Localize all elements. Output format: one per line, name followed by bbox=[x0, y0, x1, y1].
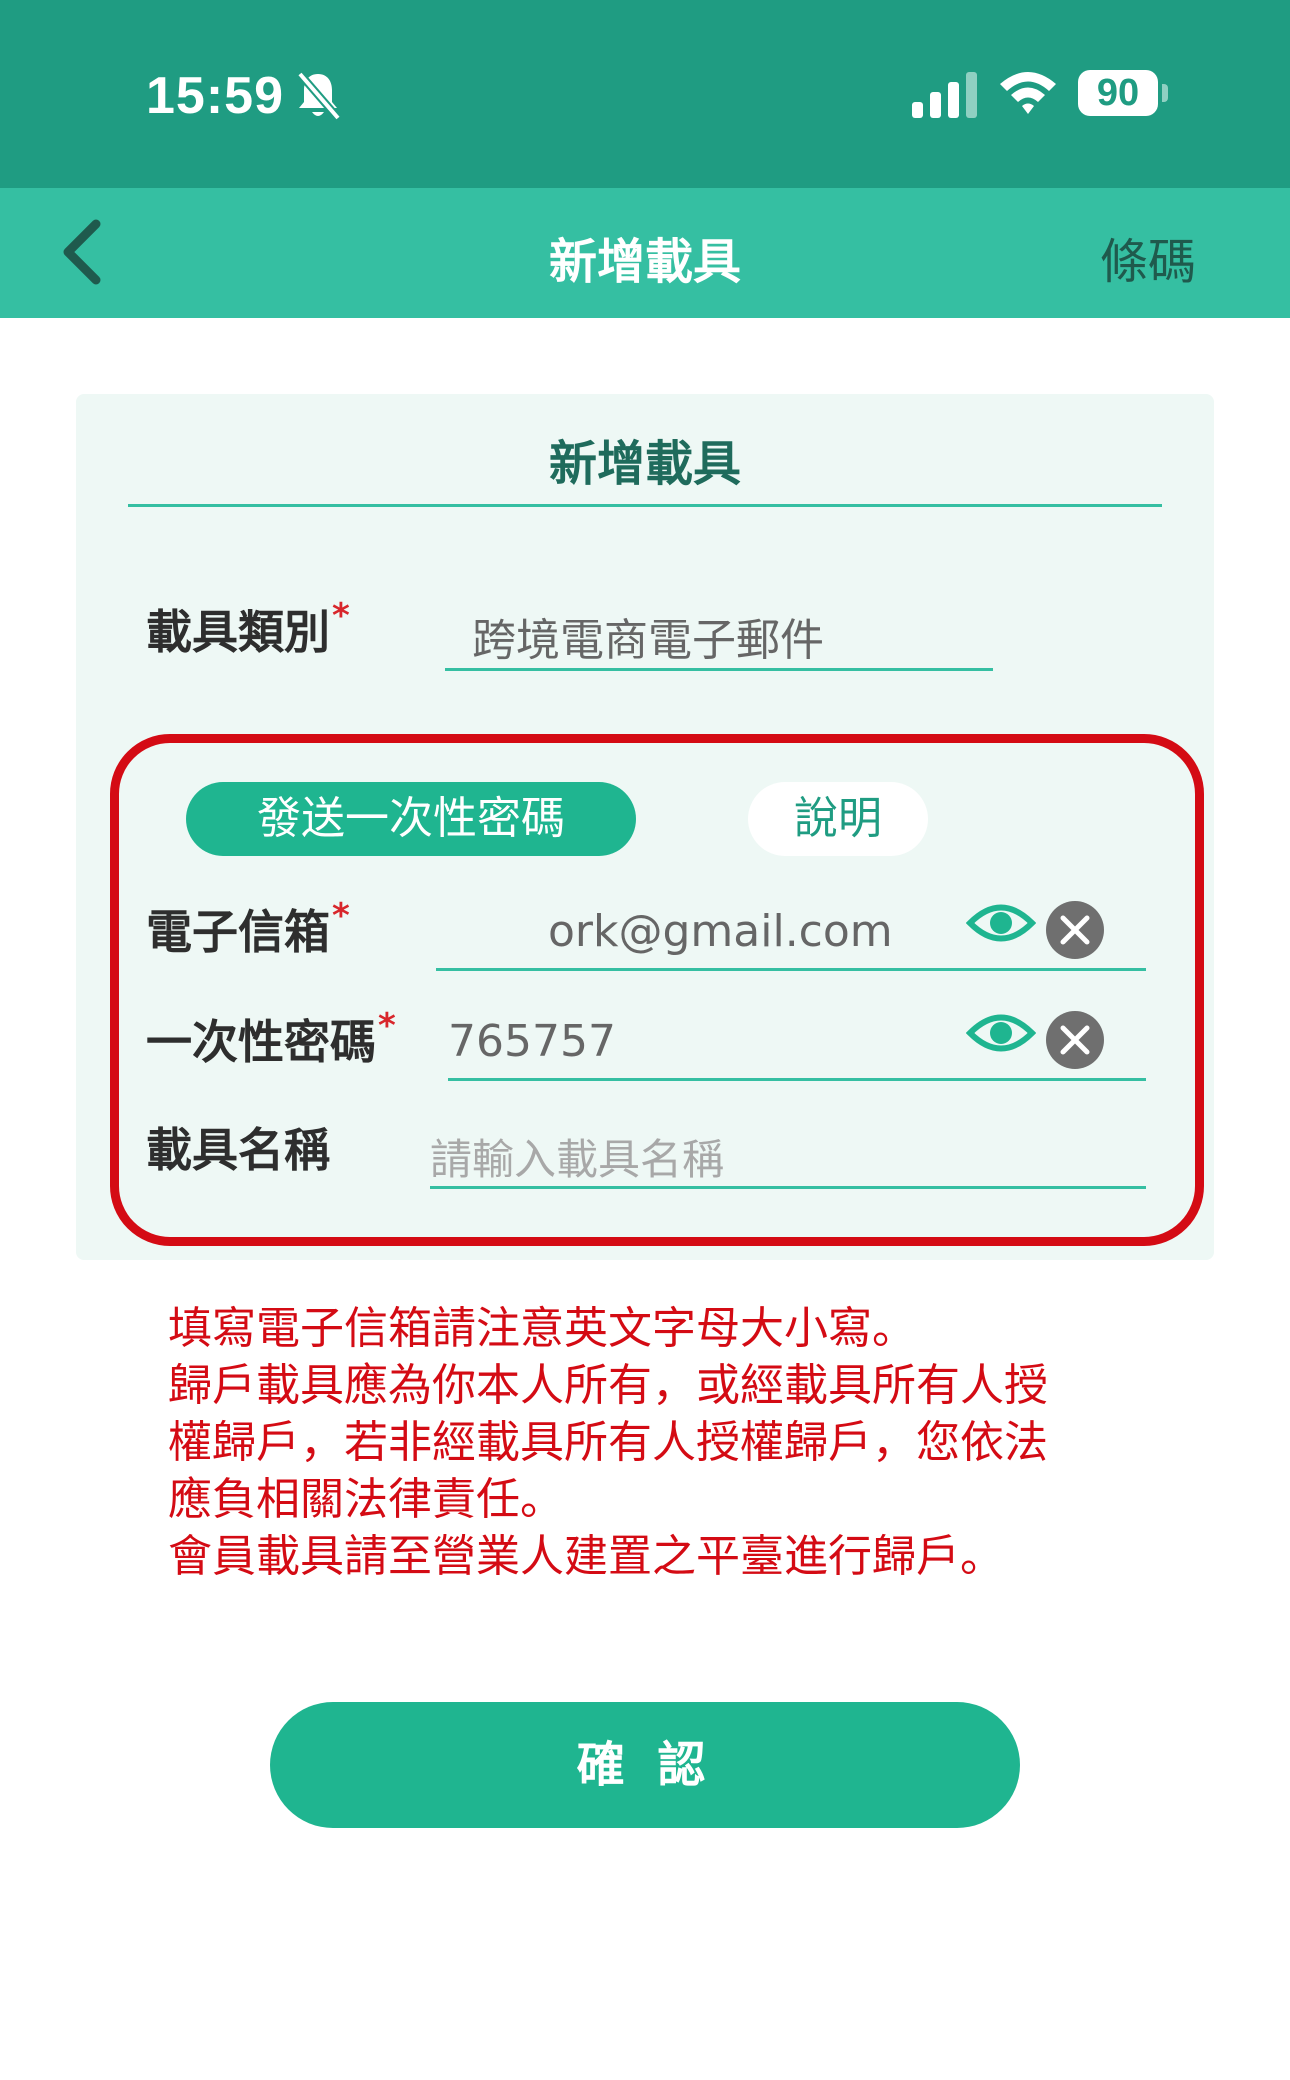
wifi-icon bbox=[1000, 72, 1056, 114]
eye-icon[interactable] bbox=[966, 1008, 1036, 1058]
carrier-type-select[interactable]: 跨境電商電子郵件 bbox=[472, 604, 824, 668]
battery-icon: 90 bbox=[1078, 70, 1158, 116]
cellular-signal-icon bbox=[912, 72, 977, 118]
nav-bar: 新增載具 條碼 bbox=[0, 188, 1290, 318]
required-mark: * bbox=[378, 1006, 396, 1046]
notice-line: 歸戶載具應為你本人所有，或經載具所有人授 bbox=[168, 1360, 1048, 1411]
email-label-text: 電子信箱 bbox=[146, 905, 330, 959]
notice-text: 填寫電子信箱請注意英文字母大小寫。 歸戶載具應為你本人所有，或經載具所有人授 權… bbox=[168, 1300, 1168, 1585]
eye-icon[interactable] bbox=[966, 898, 1036, 948]
card-divider bbox=[128, 504, 1162, 507]
carrier-type-label-text: 載具類別 bbox=[146, 605, 330, 659]
notice-line: 應負相關法律責任。 bbox=[168, 1474, 564, 1525]
confirm-button[interactable]: 確 認 bbox=[270, 1702, 1020, 1828]
clear-icon[interactable] bbox=[1045, 1010, 1105, 1070]
notice-line: 會員載具請至營業人建置之平臺進行歸戶。 bbox=[168, 1531, 1004, 1582]
status-bar: 15:59 90 bbox=[0, 0, 1290, 188]
otp-label: 一次性密碼* bbox=[146, 1006, 396, 1072]
page-title: 新增載具 bbox=[548, 234, 741, 290]
carrier-name-input[interactable]: 請輸入載具名稱 bbox=[430, 1126, 724, 1187]
bell-slash-icon bbox=[296, 71, 342, 121]
card-title: 新增載具 bbox=[548, 436, 741, 492]
required-mark: * bbox=[332, 896, 350, 936]
barcode-button[interactable]: 條碼 bbox=[1100, 222, 1196, 292]
email-label: 電子信箱* bbox=[146, 896, 350, 962]
carrier-name-underline bbox=[430, 1186, 1146, 1189]
help-button[interactable]: 說明 bbox=[748, 782, 928, 856]
otp-label-text: 一次性密碼 bbox=[146, 1015, 376, 1069]
email-underline bbox=[436, 968, 1146, 971]
otp-underline bbox=[448, 1078, 1146, 1081]
status-time: 15:59 bbox=[146, 67, 284, 125]
notice-line: 權歸戶，若非經載具所有人授權歸戶，您依法 bbox=[168, 1417, 1048, 1468]
send-otp-button[interactable]: 發送一次性密碼 bbox=[186, 782, 636, 856]
battery-tip bbox=[1162, 84, 1168, 102]
notice-line: 填寫電子信箱請注意英文字母大小寫。 bbox=[168, 1303, 916, 1354]
otp-field[interactable]: 765757 bbox=[448, 1016, 616, 1067]
carrier-type-underline bbox=[445, 668, 993, 671]
carrier-name-label: 載具名稱 bbox=[146, 1123, 330, 1177]
carrier-type-label: 載具類別* bbox=[146, 596, 350, 662]
email-field[interactable]: ork@gmail.com bbox=[548, 906, 893, 957]
clear-icon[interactable] bbox=[1045, 900, 1105, 960]
required-mark: * bbox=[332, 596, 350, 636]
